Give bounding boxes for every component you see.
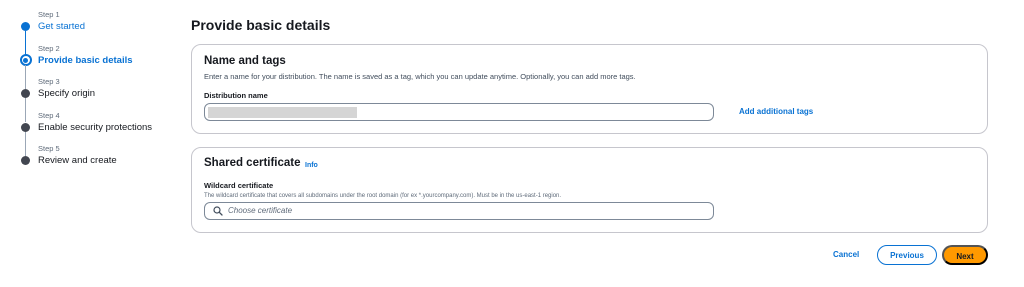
page-title: Provide basic details xyxy=(191,17,331,33)
cancel-button[interactable]: Cancel xyxy=(833,250,859,259)
add-additional-tags-link[interactable]: Add additional tags xyxy=(739,107,813,116)
step-review-and-create: Step 5 Review and create xyxy=(21,144,181,178)
shared-certificate-panel: Shared certificate Info Wildcard certifi… xyxy=(191,147,988,233)
distribution-name-label: Distribution name xyxy=(204,91,268,100)
step-complete-icon xyxy=(21,22,30,31)
step-number: Step 4 xyxy=(38,110,60,120)
step-pending-icon xyxy=(21,122,30,132)
info-link[interactable]: Info xyxy=(305,162,318,169)
step-number: Step 3 xyxy=(38,77,60,86)
step-enable-security-protections: Step 4 Enable security protections xyxy=(21,110,181,156)
step-number: Step 5 xyxy=(38,144,60,153)
name-and-tags-panel: Name and tags Enter a name for your dist… xyxy=(191,44,988,134)
panel-title: Name and tags xyxy=(204,55,286,67)
step-name: Provide basic details xyxy=(38,54,133,66)
next-button[interactable]: Next xyxy=(942,245,988,265)
distribution-name-input[interactable] xyxy=(204,103,714,121)
wildcard-certificate-description: The wildcard certificate that covers all… xyxy=(204,193,562,199)
panel-description: Enter a name for your distribution. The … xyxy=(204,72,636,81)
search-icon xyxy=(213,206,223,216)
redacted-value xyxy=(208,107,357,118)
step-specify-origin: Step 3 Specify origin xyxy=(21,77,181,122)
step-number: Step 2 xyxy=(38,43,60,53)
certificate-search-input[interactable]: Choose certificate xyxy=(204,202,714,220)
step-name[interactable]: Get started xyxy=(38,20,181,33)
search-placeholder: Choose certificate xyxy=(228,206,293,215)
step-provide-basic-details: Step 2 Provide basic details xyxy=(19,43,181,89)
step-number: Step 1 xyxy=(38,10,60,19)
previous-button[interactable]: Previous xyxy=(877,245,937,265)
step-name: Enable security protections xyxy=(38,121,153,133)
step-pending-icon xyxy=(21,89,30,98)
step-pending-icon xyxy=(21,156,30,165)
step-name: Review and create xyxy=(38,155,117,166)
panel-title: Shared certificate xyxy=(204,157,301,169)
step-get-started[interactable]: Step 1 Get started xyxy=(21,10,181,55)
step-name: Specify origin xyxy=(38,88,96,99)
wildcard-certificate-label: Wildcard certificate xyxy=(204,181,274,190)
wizard-stepper: Step 1 Get started Step 2 Provide basic … xyxy=(19,10,181,178)
